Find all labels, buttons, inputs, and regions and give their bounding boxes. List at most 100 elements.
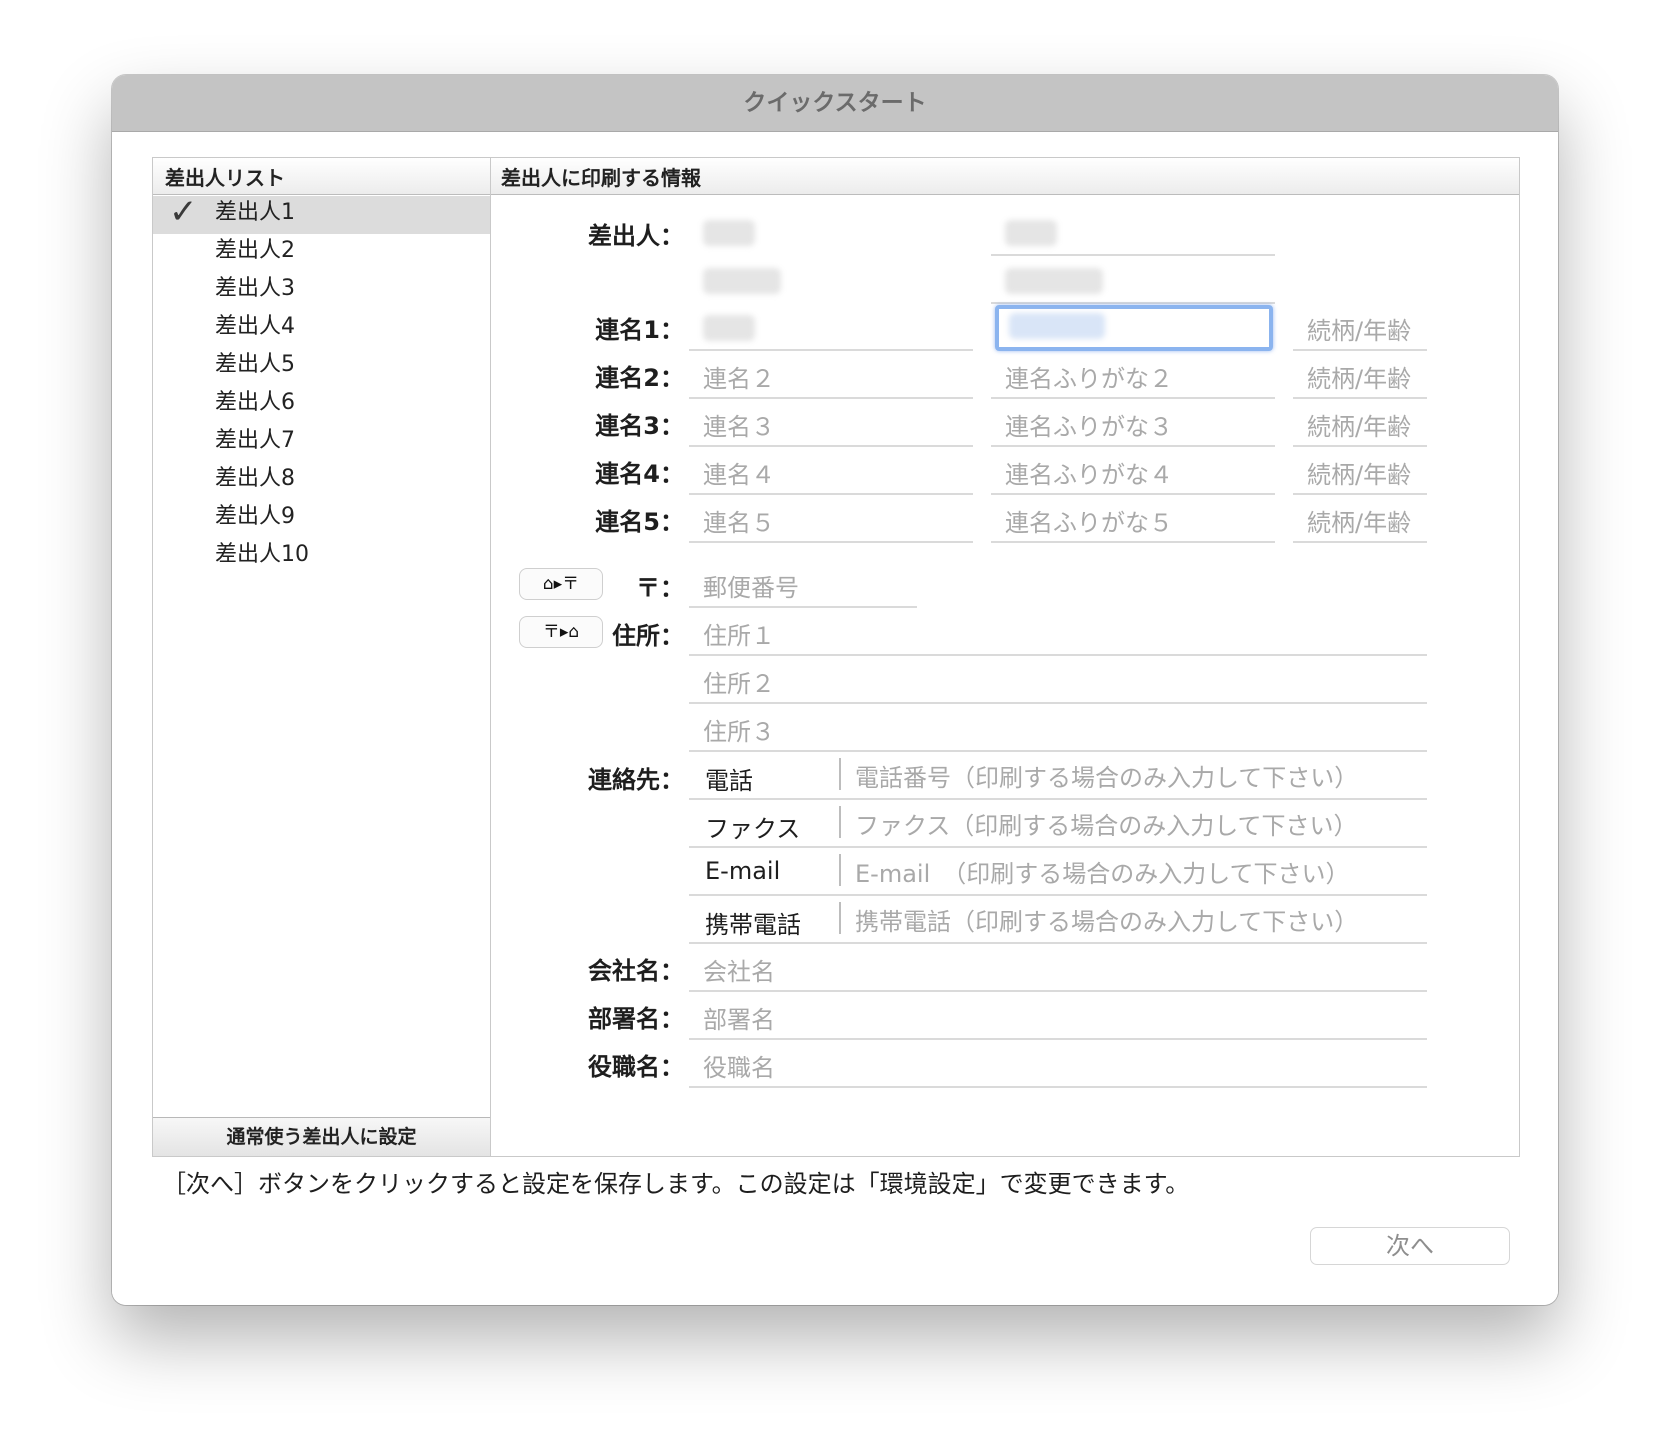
address-2-placeholder: 住所２: [703, 670, 775, 698]
sender-list-item[interactable]: 差出人3: [153, 272, 490, 310]
sender-first-kana-field[interactable]: [991, 256, 1275, 304]
renmei-1-name-field[interactable]: [689, 303, 973, 351]
renmei-3-label: 連名3：: [595, 412, 684, 440]
contact-phone-field[interactable]: 電話 電話番号（印刷する場合のみ入力して下さい）: [689, 752, 1427, 800]
blurred-text: [703, 268, 781, 294]
renmei-3-relation-placeholder: 続柄/年齢: [1307, 413, 1412, 441]
sender-info-form: 差出人に印刷する情報 差出人： 連名1： 続柄/年齢 連名2： 連名２ 連名ふり…: [491, 158, 1519, 1156]
contact-mobile-field[interactable]: 携帯電話 携帯電話（印刷する場合のみ入力して下さい）: [689, 896, 1427, 944]
address-3-field[interactable]: 住所３: [689, 704, 1427, 752]
renmei-3-name-placeholder: 連名３: [703, 413, 775, 441]
sender-list-item-label: 差出人2: [215, 238, 295, 263]
sender-list-item[interactable]: ✓ 差出人1: [153, 192, 490, 234]
sender-list-item-label: 差出人1: [215, 200, 295, 225]
renmei-4-relation-field[interactable]: 続柄/年齢: [1293, 447, 1427, 495]
main-panel: 差出人リスト ✓ 差出人1 差出人2 差出人3 差出人4 差出人5 差出人6 差…: [152, 157, 1520, 1157]
renmei-2-name-field[interactable]: 連名２: [689, 351, 973, 399]
contact-fax-placeholder: ファクス（印刷する場合のみ入力して下さい）: [855, 812, 1358, 840]
sender-list-item-label: 差出人6: [215, 390, 295, 415]
sender-label: 差出人：: [588, 222, 684, 250]
sender-list-item-label: 差出人9: [215, 504, 295, 529]
contact-type-label: E-mail: [705, 857, 781, 885]
sender-list-item-label: 差出人10: [215, 542, 309, 567]
sender-list-item[interactable]: 差出人4: [153, 310, 490, 348]
footer-note: ［次へ］ボタンをクリックすると設定を保存します。この設定は「環境設定」で変更でき…: [162, 1170, 1190, 1198]
checkmark-icon: ✓: [169, 192, 198, 232]
address-1-field[interactable]: 住所１: [689, 608, 1427, 656]
sender-list-item[interactable]: 差出人9: [153, 500, 490, 538]
form-header: 差出人に印刷する情報: [491, 158, 1519, 195]
sender-list: ✓ 差出人1 差出人2 差出人3 差出人4 差出人5 差出人6 差出人7 差出人…: [153, 192, 490, 576]
position-placeholder: 役職名: [703, 1054, 775, 1082]
renmei-3-name-field[interactable]: 連名３: [689, 399, 973, 447]
postal-code-placeholder: 郵便番号: [703, 574, 799, 602]
sender-list-item-label: 差出人5: [215, 352, 295, 377]
renmei-2-kana-field[interactable]: 連名ふりがな２: [991, 351, 1275, 399]
position-field[interactable]: 役職名: [689, 1040, 1427, 1088]
sender-list-item[interactable]: 差出人8: [153, 462, 490, 500]
set-default-sender-button[interactable]: 通常使う差出人に設定: [153, 1117, 490, 1156]
sender-list-item[interactable]: 差出人2: [153, 234, 490, 272]
renmei-3-kana-field[interactable]: 連名ふりがな３: [991, 399, 1275, 447]
sender-list-item-label: 差出人3: [215, 276, 295, 301]
position-label: 役職名：: [588, 1053, 684, 1081]
renmei-3-kana-placeholder: 連名ふりがな３: [1005, 413, 1173, 441]
renmei-4-name-field[interactable]: 連名４: [689, 447, 973, 495]
renmei-5-relation-placeholder: 続柄/年齢: [1307, 509, 1412, 537]
renmei-1-label: 連名1：: [595, 316, 684, 344]
department-label: 部署名：: [588, 1005, 684, 1033]
renmei-2-kana-placeholder: 連名ふりがな２: [1005, 365, 1173, 393]
contact-separator: [839, 758, 841, 790]
renmei-1-relation-field[interactable]: 続柄/年齢: [1293, 303, 1427, 351]
contact-email-field[interactable]: E-mail E-mail （印刷する場合のみ入力して下さい）: [689, 848, 1427, 896]
postal-to-address-button[interactable]: 〒▸⌂: [519, 616, 603, 648]
contact-separator: [839, 854, 841, 886]
address-label: 住所：: [612, 622, 684, 650]
contact-email-placeholder: E-mail （印刷する場合のみ入力して下さい）: [855, 860, 1350, 888]
blurred-text: [703, 315, 755, 341]
renmei-2-name-placeholder: 連名２: [703, 365, 775, 393]
company-placeholder: 会社名: [703, 958, 775, 986]
sender-first-name-field[interactable]: [991, 208, 1275, 256]
sender-list-item[interactable]: 差出人6: [153, 386, 490, 424]
contact-type-label: ファクス: [705, 815, 801, 843]
renmei-3-relation-field[interactable]: 続柄/年齢: [1293, 399, 1427, 447]
sender-list-item[interactable]: 差出人10: [153, 538, 490, 576]
contact-separator: [839, 806, 841, 838]
sender-list-item[interactable]: 差出人7: [153, 424, 490, 462]
contact-mobile-placeholder: 携帯電話（印刷する場合のみ入力して下さい）: [855, 908, 1359, 936]
renmei-2-relation-field[interactable]: 続柄/年齢: [1293, 351, 1427, 399]
company-label: 会社名：: [588, 957, 684, 985]
company-field[interactable]: 会社名: [689, 944, 1427, 992]
renmei-5-kana-field[interactable]: 連名ふりがな５: [991, 495, 1275, 543]
department-field[interactable]: 部署名: [689, 992, 1427, 1040]
contact-type-label: 電話: [705, 767, 753, 795]
postal-label: 〒：: [636, 574, 684, 602]
blurred-text: [703, 220, 755, 246]
blurred-text: [1005, 268, 1103, 294]
postal-code-field[interactable]: 郵便番号: [689, 560, 917, 608]
sender-list-item-label: 差出人4: [215, 314, 295, 339]
renmei-5-label: 連名5：: [595, 508, 684, 536]
renmei-4-kana-field[interactable]: 連名ふりがな４: [991, 447, 1275, 495]
address-2-field[interactable]: 住所２: [689, 656, 1427, 704]
address-to-postal-button[interactable]: ⌂▸〒: [519, 568, 603, 600]
department-placeholder: 部署名: [703, 1006, 775, 1034]
sender-last-name-field[interactable]: [689, 208, 973, 256]
renmei-1-relation-placeholder: 続柄/年齢: [1307, 317, 1412, 345]
renmei-5-name-placeholder: 連名５: [703, 509, 775, 537]
renmei-4-relation-placeholder: 続柄/年齢: [1307, 461, 1412, 489]
address-3-placeholder: 住所３: [703, 718, 775, 746]
sender-list-header: 差出人リスト: [153, 158, 490, 195]
next-button[interactable]: 次へ: [1310, 1227, 1510, 1265]
renmei-5-name-field[interactable]: 連名５: [689, 495, 973, 543]
renmei-4-kana-placeholder: 連名ふりがな４: [1005, 461, 1173, 489]
contact-type-label: 携帯電話: [705, 911, 801, 939]
renmei-1-kana-field[interactable]: [991, 303, 1275, 351]
contact-separator: [839, 902, 841, 934]
contact-fax-field[interactable]: ファクス ファクス（印刷する場合のみ入力して下さい）: [689, 800, 1427, 848]
window-title: クイックスタート: [112, 75, 1558, 132]
sender-list-item[interactable]: 差出人5: [153, 348, 490, 386]
renmei-5-relation-field[interactable]: 続柄/年齢: [1293, 495, 1427, 543]
sender-last-kana-field[interactable]: [689, 256, 973, 304]
